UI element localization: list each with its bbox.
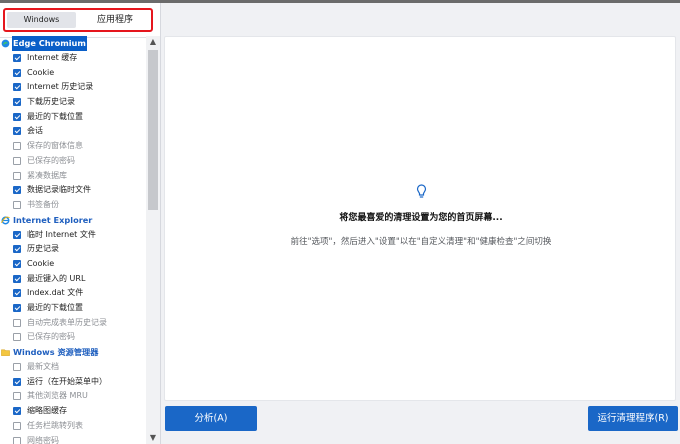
tree-item[interactable]: Cookie <box>0 66 146 81</box>
checkbox-unchecked[interactable] <box>13 318 21 327</box>
run-cleaner-button[interactable]: 运行清理程序(R) <box>588 406 678 431</box>
checkbox-checked[interactable] <box>13 83 21 92</box>
tree-item[interactable]: 书签备份 <box>0 198 146 213</box>
checkbox-unchecked[interactable] <box>13 363 21 372</box>
checkbox-checked[interactable] <box>13 245 21 254</box>
checkbox-checked[interactable] <box>13 304 21 312</box>
tree-item[interactable]: 会话 <box>0 124 146 139</box>
cleaner-tree: Edge Chromium Internet 缓存 Cookie Internet 历… <box>0 36 146 444</box>
left-panel: Windows 应用程序 Edge Chromium Internet 缓存 Coo… <box>0 3 161 444</box>
tip-headline: 将您最喜爱的清理设置为您的首页屏幕... <box>339 213 503 223</box>
checkbox-checked[interactable] <box>13 259 21 268</box>
tree-item-label: 历史记录 <box>27 244 59 254</box>
folder-icon <box>1 349 10 356</box>
tree-item-label: 任务栏跳转列表 <box>27 420 83 430</box>
checkbox-unchecked[interactable] <box>13 171 21 180</box>
tab-windows[interactable]: Windows <box>7 12 76 28</box>
tip-subtitle: 前往"选项"，然后进入"设置"以在"自定义清理"和"健康检查"之间切换 <box>290 237 552 247</box>
tree-item[interactable]: 已保存的密码 <box>0 154 146 169</box>
tab-applications[interactable]: 应用程序 <box>79 12 151 28</box>
checkbox-checked[interactable] <box>13 186 21 195</box>
analyze-button[interactable]: 分析(A) <box>165 406 257 431</box>
tree-item-label: 已保存的密码 <box>27 155 75 165</box>
tree-item-label: 网络密码 <box>27 435 59 444</box>
checkbox-unchecked[interactable] <box>13 392 21 401</box>
checkbox-unchecked[interactable] <box>13 436 21 444</box>
tree-item-label: 保存的窗体信息 <box>27 141 83 151</box>
tree-group-internet-explorer[interactable]: Internet Explorer <box>0 213 146 228</box>
checkbox-unchecked[interactable] <box>13 200 21 209</box>
checkbox-checked[interactable] <box>13 230 21 239</box>
checkbox-checked[interactable] <box>13 377 21 386</box>
tree-item-label: 会话 <box>27 126 43 136</box>
scroll-down-icon[interactable]: ▼ <box>146 432 160 444</box>
checkbox-checked[interactable] <box>13 289 21 298</box>
checkbox-checked[interactable] <box>13 98 21 107</box>
checkbox-checked[interactable] <box>13 274 21 283</box>
tree-item[interactable]: 最近的下载位置 <box>0 110 146 125</box>
tree-item[interactable]: 下载历史记录 <box>0 95 146 110</box>
tree-item-label: Index.dat 文件 <box>27 288 84 298</box>
tree-item-label: 书签备份 <box>27 199 59 209</box>
home-screen-tip-card: 将您最喜爱的清理设置为您的首页屏幕... 前往"选项"，然后进入"设置"以在"自… <box>164 36 676 401</box>
tree-item-label: 自动完成表单历史记录 <box>27 317 107 327</box>
tree-item[interactable]: 任务栏跳转列表 <box>0 419 146 434</box>
tree-group-label: Internet Explorer <box>13 214 93 225</box>
tree-item[interactable]: Index.dat 文件 <box>0 286 146 301</box>
tree-item[interactable]: 最近键入的 URL <box>0 272 146 287</box>
tree-item-label: 最近的下载位置 <box>27 111 83 121</box>
tree-item[interactable]: 网络密码 <box>0 434 146 444</box>
checkbox-checked[interactable] <box>13 54 21 62</box>
tree-item-label: 最近的下载位置 <box>27 303 83 312</box>
tree-item[interactable]: 临时 Internet 文件 <box>0 228 146 243</box>
tree-item-label: 紧凑数据库 <box>27 170 67 180</box>
tree-item[interactable]: 最近的下载位置 <box>0 301 146 316</box>
checkbox-unchecked[interactable] <box>13 156 21 165</box>
tree-item[interactable]: 数据记录临时文件 <box>0 183 146 198</box>
tree-item[interactable]: Cookie <box>0 257 146 272</box>
tree-item[interactable]: 历史记录 <box>0 242 146 257</box>
tree-scrollbar[interactable]: ▲ ▼ <box>146 36 160 444</box>
lightbulb-icon <box>416 184 427 198</box>
tree-item[interactable]: Internet 缓存 <box>0 51 146 66</box>
checkbox-checked[interactable] <box>13 127 21 136</box>
tree-item-label: Cookie <box>27 258 55 268</box>
tree-item[interactable]: 运行（在开始菜单中） <box>0 375 146 390</box>
edge-icon <box>1 39 10 48</box>
checkbox-checked[interactable] <box>13 68 21 77</box>
tree-item-label: 运行（在开始菜单中） <box>27 376 107 386</box>
tree-group-label: Edge Chromium <box>12 36 87 51</box>
tree-item-label: 已保存的密码 <box>27 332 75 342</box>
tree-item[interactable]: 已保存的密码 <box>0 330 146 345</box>
tab-strip: Windows 应用程序 <box>3 8 153 32</box>
tree-item-label: 最近键入的 URL <box>27 273 86 283</box>
tree-item[interactable]: 缩略图缓存 <box>0 404 146 419</box>
tree-item-label: 其他浏览器 MRU <box>27 391 88 401</box>
tree-item[interactable]: 其他浏览器 MRU <box>0 389 146 404</box>
tree-item-label: Internet 缓存 <box>27 53 78 62</box>
tree-group-folder[interactable]: Windows 资源管理器 <box>0 345 146 360</box>
scrollbar-thumb[interactable] <box>148 50 158 210</box>
checkbox-unchecked[interactable] <box>13 333 21 342</box>
tree-item-label: 临时 Internet 文件 <box>27 229 96 239</box>
tree-item-label: 最新文档 <box>27 362 59 372</box>
checkbox-unchecked[interactable] <box>13 421 21 430</box>
scroll-up-icon[interactable]: ▲ <box>146 36 160 48</box>
tree-item-label: 缩略图缓存 <box>27 406 67 416</box>
checkbox-checked[interactable] <box>13 112 21 121</box>
internet-explorer-icon <box>1 216 10 225</box>
tree-item-label: 下载历史记录 <box>27 97 75 107</box>
tree-item[interactable]: 紧凑数据库 <box>0 169 146 184</box>
tree-group-edge[interactable]: Edge Chromium <box>0 36 146 51</box>
tree-group-label: Windows 资源管理器 <box>13 347 99 358</box>
tree-item-label: Cookie <box>27 67 55 77</box>
tree-item-label: Internet 历史记录 <box>27 82 94 92</box>
tree-item[interactable]: 保存的窗体信息 <box>0 139 146 154</box>
checkbox-checked[interactable] <box>13 407 21 416</box>
tree-item[interactable]: Internet 历史记录 <box>0 80 146 95</box>
tree-item-label: 数据记录临时文件 <box>27 185 91 195</box>
tree-item[interactable]: 最新文档 <box>0 360 146 375</box>
checkbox-unchecked[interactable] <box>13 142 21 151</box>
tree-item[interactable]: 自动完成表单历史记录 <box>0 316 146 331</box>
